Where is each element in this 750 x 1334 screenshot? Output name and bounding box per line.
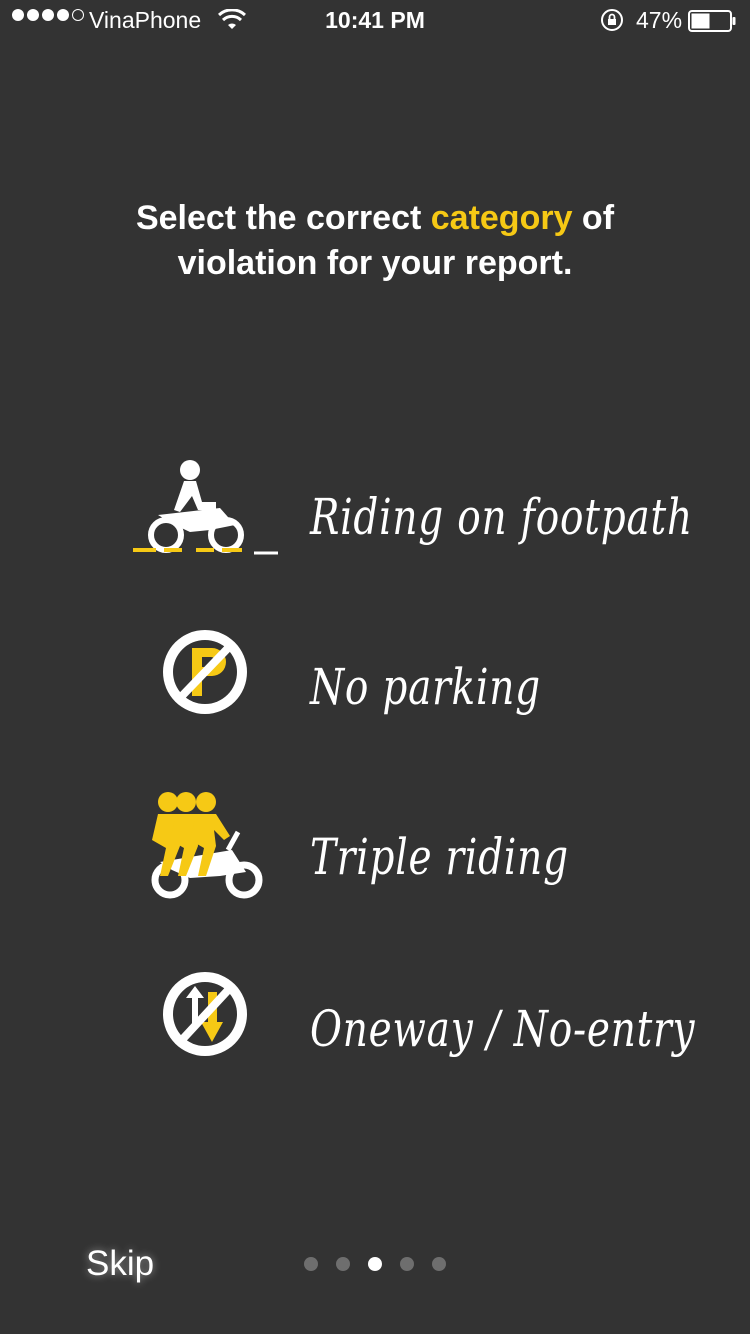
no-parking-icon (163, 630, 247, 714)
skip-button[interactable]: Skip (86, 1244, 154, 1284)
category-label: Triple riding (310, 828, 569, 886)
status-bar: VinaPhone 10:41 PM 47% (0, 0, 750, 40)
page-dot[interactable] (400, 1257, 414, 1271)
page-indicator[interactable] (304, 1257, 446, 1271)
headline-accent: category (430, 199, 573, 237)
rotation-lock-icon (601, 9, 623, 31)
category-triple-riding: Triple riding (120, 790, 720, 940)
page-dot[interactable] (432, 1257, 446, 1271)
category-label: No parking (310, 658, 541, 716)
category-riding-on-footpath: Riding on footpath (120, 450, 720, 600)
category-label: Riding on footpath (310, 488, 693, 546)
headline-text-end: of (572, 199, 615, 237)
onboarding-headline: Select the correct category of violation… (100, 196, 650, 286)
page-dot[interactable] (304, 1257, 318, 1271)
category-no-parking: No parking (120, 620, 720, 770)
battery-percent: 47% (636, 7, 683, 33)
headline-line2: violation for your report. (177, 244, 573, 282)
headline-text: Select the correct (135, 199, 431, 237)
battery-icon (688, 10, 736, 32)
no-entry-icon (163, 972, 247, 1056)
triple-riding-icon (151, 792, 263, 899)
page-dot-active[interactable] (368, 1257, 382, 1271)
page-dot[interactable] (336, 1257, 350, 1271)
motorbike-footpath-icon (133, 460, 278, 555)
category-label: Oneway / No-entry (310, 1000, 696, 1058)
category-oneway-no-entry: Oneway / No-entry (120, 962, 720, 1112)
